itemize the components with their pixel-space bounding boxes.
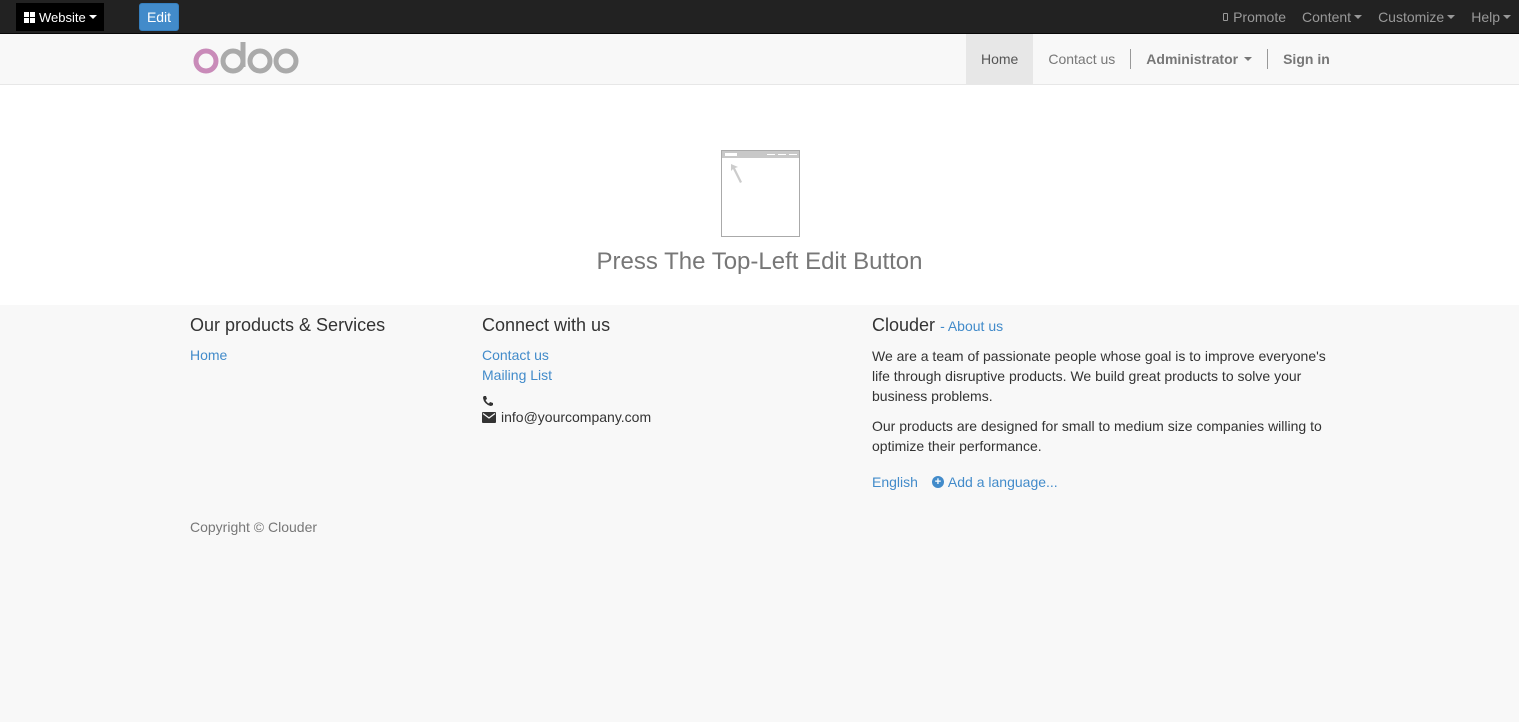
mobile-preview-button[interactable]: Promote xyxy=(1215,0,1294,34)
cursor-arrow-icon xyxy=(731,164,742,183)
admin-bar-right: Promote Content Customize Help xyxy=(1215,0,1519,34)
envelope-icon xyxy=(482,411,496,423)
phone-line xyxy=(482,395,651,407)
plus-circle-icon: + xyxy=(931,476,944,488)
email-address: info@yourcompany.com xyxy=(501,409,652,425)
admin-bar: Website Edit Promote Content Customize H… xyxy=(0,0,1519,34)
email-line: info@yourcompany.com xyxy=(482,407,651,427)
odoo-logo[interactable] xyxy=(193,42,301,76)
content-menu[interactable]: Content xyxy=(1294,0,1370,34)
promote-menu-label: Promote xyxy=(1233,9,1287,25)
products-heading: Our products & Services xyxy=(190,315,386,335)
odoo-logo-graphic xyxy=(193,42,299,74)
site-navbar: Home Contact us Administrator Sign in xyxy=(0,34,1519,85)
nav-sign-in[interactable]: Sign in xyxy=(1268,34,1345,84)
apps-grid-icon xyxy=(24,11,35,23)
language-english[interactable]: English xyxy=(872,472,918,492)
about-paragraph-2: Our products are designed for small to m… xyxy=(872,418,1322,454)
administrator-label: Administrator xyxy=(1146,51,1239,67)
help-menu[interactable]: Help xyxy=(1463,0,1519,34)
content-menu-label: Content xyxy=(1302,9,1352,25)
caret-down-icon xyxy=(1503,15,1511,19)
about-us-link[interactable]: - About us xyxy=(940,318,1003,334)
footer-connect-column: Connect with us Contact us Mailing List … xyxy=(482,315,651,427)
caret-down-icon xyxy=(1354,15,1363,19)
nav-contact-us[interactable]: Contact us xyxy=(1033,34,1130,84)
website-menu-button[interactable]: Website xyxy=(16,3,104,31)
customize-menu-label: Customize xyxy=(1378,9,1445,25)
website-menu-label: Website xyxy=(39,9,86,25)
nav-administrator-menu[interactable]: Administrator xyxy=(1131,34,1267,84)
mobile-icon xyxy=(1223,13,1229,21)
footer-about-column: Clouder - About us We are a team of pass… xyxy=(872,315,1332,492)
caret-down-icon xyxy=(1244,57,1253,61)
caret-down-icon xyxy=(88,15,97,19)
edit-hint-text: Press The Top-Left Edit Button xyxy=(596,248,923,275)
main-nav: Home Contact us Administrator Sign in xyxy=(966,34,1345,84)
footer-products-column: Our products & Services Home xyxy=(190,315,385,365)
company-name: Clouder xyxy=(872,315,936,335)
about-paragraph-1: We are a team of passionate people whose… xyxy=(872,348,1326,404)
add-language-link[interactable]: + Add a language... xyxy=(931,472,1058,492)
nav-home[interactable]: Home xyxy=(966,34,1034,84)
main-content: Press The Top-Left Edit Button xyxy=(0,85,1519,305)
footer-link-home[interactable]: Home xyxy=(190,345,385,365)
edit-button[interactable]: Edit xyxy=(139,3,179,31)
phone-icon xyxy=(483,396,493,406)
language-selector: English + Add a language... xyxy=(872,472,1332,492)
connect-heading: Connect with us xyxy=(482,315,611,335)
caret-down-icon xyxy=(1447,15,1456,19)
edit-hint-illustration xyxy=(721,150,800,237)
footer-link-contact-us[interactable]: Contact us xyxy=(482,345,651,365)
copyright: Copyright © Clouder xyxy=(190,519,318,535)
about-heading: Clouder - About us xyxy=(872,315,1332,336)
help-menu-label: Help xyxy=(1471,9,1500,25)
footer: Our products & Services Home Connect wit… xyxy=(0,305,1519,722)
add-language-label: Add a language... xyxy=(947,474,1058,490)
customize-menu[interactable]: Customize xyxy=(1370,0,1463,34)
footer-link-mailing-list[interactable]: Mailing List xyxy=(482,365,651,385)
